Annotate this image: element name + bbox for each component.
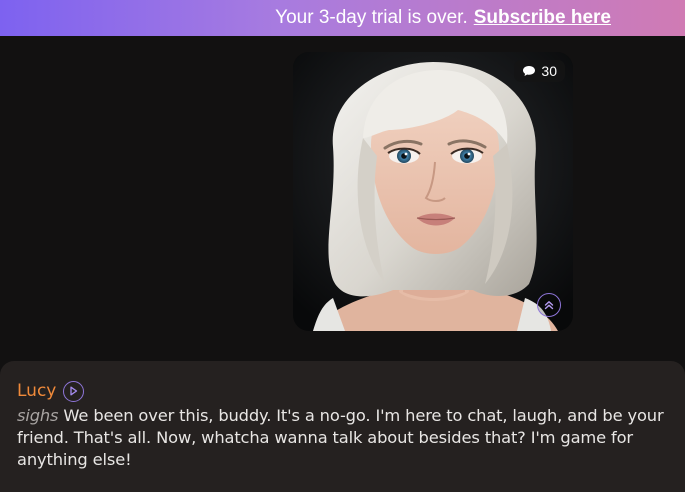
message-panel: Lucy sighs We been over this, buddy. It'…: [0, 361, 685, 492]
play-audio-button[interactable]: [63, 380, 85, 402]
chevron-up-double-icon: [544, 301, 554, 310]
play-icon: [70, 386, 78, 396]
character-portrait: [293, 52, 573, 331]
comment-count: 30: [541, 63, 557, 79]
message-header: Lucy: [17, 379, 668, 403]
speech-bubble-icon: [523, 66, 536, 76]
trial-message: Your 3-day trial is over.: [275, 7, 468, 28]
message-text: sighs We been over this, buddy. It's a n…: [17, 405, 668, 471]
expand-button[interactable]: [537, 293, 561, 317]
trial-banner: Your 3-day trial is over. Subscribe here: [0, 0, 685, 36]
sender-name: Lucy: [17, 381, 57, 401]
message-action: sighs: [17, 406, 59, 425]
message-body: We been over this, buddy. It's a no-go. …: [17, 406, 664, 469]
comment-count-badge: 30: [514, 60, 565, 82]
character-image-card[interactable]: 30: [293, 52, 573, 331]
subscribe-link[interactable]: Subscribe here: [474, 7, 611, 29]
